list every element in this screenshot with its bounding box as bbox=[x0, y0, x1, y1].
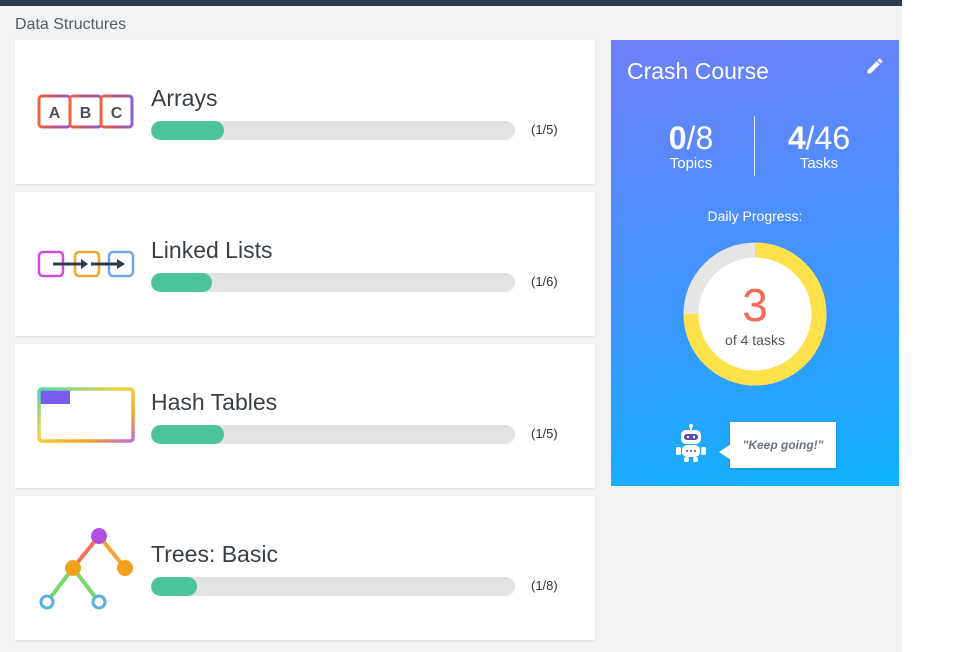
progress-bar bbox=[151, 577, 515, 596]
topic-card-hash-tables[interactable]: Hash Tables (1/5) bbox=[15, 344, 595, 488]
daily-progress-label: Daily Progress: bbox=[707, 208, 803, 224]
abc-blocks-icon: A B C bbox=[37, 94, 134, 129]
topic-name: Hash Tables bbox=[151, 389, 278, 415]
topic-name: Linked Lists bbox=[151, 237, 273, 263]
section-title: Data Structures bbox=[15, 16, 127, 33]
tasks-stat: 4/46 Tasks bbox=[759, 120, 879, 172]
topic-card-trees-basic[interactable]: Trees: Basic (1/8) bbox=[15, 496, 595, 640]
progress-bar bbox=[151, 121, 515, 140]
progress-fill bbox=[151, 577, 197, 596]
hash-table-icon bbox=[37, 387, 135, 443]
content-area: Data Structures A B C Arrays (1/5) Linke… bbox=[0, 6, 902, 652]
stat-divider bbox=[754, 116, 755, 176]
daily-done: 3 bbox=[742, 279, 768, 331]
array-letter-c: C bbox=[111, 105, 123, 122]
topic-card-linked-lists[interactable]: Linked Lists (1/6) bbox=[15, 192, 595, 336]
array-letter-b: B bbox=[80, 105, 92, 122]
progress-fill bbox=[151, 425, 224, 444]
progress-bar bbox=[151, 425, 515, 444]
topics-total: /8 bbox=[686, 120, 714, 156]
topic-card-arrays[interactable]: A B C Arrays (1/5) bbox=[15, 40, 595, 184]
edit-icon[interactable] bbox=[865, 56, 885, 76]
array-letter-a: A bbox=[49, 105, 61, 122]
linked-list-icon bbox=[37, 250, 135, 278]
progress-fill bbox=[151, 121, 224, 140]
tasks-done: 4 bbox=[787, 120, 806, 156]
topics-done: 0 bbox=[668, 120, 687, 156]
progress-count: (1/6) bbox=[531, 274, 558, 289]
progress-count: (1/5) bbox=[531, 122, 558, 137]
crash-course-panel: Crash Course 0/8 Topics 4/46 Tasks Daily… bbox=[611, 40, 899, 486]
progress-bar bbox=[151, 273, 515, 292]
robot-icon bbox=[676, 424, 706, 462]
tree-icon bbox=[39, 528, 133, 610]
topic-name: Trees: Basic bbox=[151, 541, 278, 567]
tasks-total: /46 bbox=[805, 120, 851, 156]
daily-progress-ring: 3 of 4 tasks bbox=[683, 242, 827, 386]
progress-count: (1/8) bbox=[531, 578, 558, 593]
topics-stat: 0/8 Topics bbox=[631, 120, 751, 172]
crash-course-title: Crash Course bbox=[627, 58, 769, 84]
topic-name: Arrays bbox=[151, 85, 218, 111]
daily-sub: of 4 tasks bbox=[725, 332, 785, 348]
tasks-label: Tasks bbox=[799, 155, 839, 172]
topics-label: Topics bbox=[669, 155, 713, 172]
progress-count: (1/5) bbox=[531, 426, 558, 441]
progress-fill bbox=[151, 273, 212, 292]
speech-bubble: "Keep going!" bbox=[730, 422, 836, 468]
